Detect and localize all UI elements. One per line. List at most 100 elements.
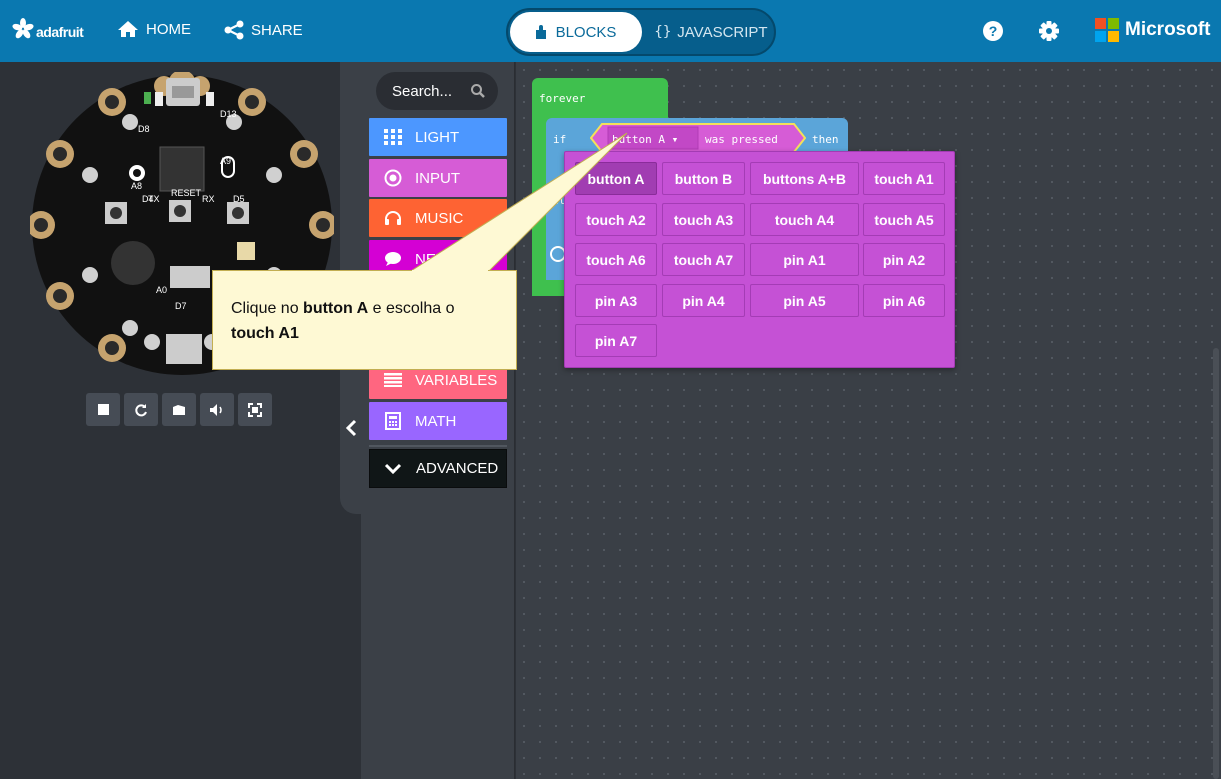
svg-text:RESET: RESET xyxy=(171,188,202,198)
tab-blocks-label: BLOCKS xyxy=(555,23,617,41)
debug-icon xyxy=(173,404,185,415)
share-button[interactable]: SHARE xyxy=(224,20,303,40)
dropdown-option[interactable]: pin A7 xyxy=(575,324,657,357)
callout-bold-1: button A xyxy=(303,300,369,317)
search-icon[interactable] xyxy=(470,83,486,99)
help-icon: ? xyxy=(983,21,1003,41)
category-music-label: MUSIC xyxy=(415,209,464,227)
category-music[interactable]: MUSIC xyxy=(369,199,507,237)
target-icon xyxy=(383,168,403,188)
search-input[interactable]: Search... xyxy=(376,72,498,110)
simulator-controls xyxy=(86,393,272,426)
help-button[interactable]: ? xyxy=(982,20,1004,47)
dropdown-option[interactable]: touch A5 xyxy=(863,203,945,236)
callout-text-2: e escolha o xyxy=(368,300,455,317)
category-light-label: LIGHT xyxy=(415,128,460,146)
dropdown-option[interactable]: touch A6 xyxy=(575,243,657,276)
was-pressed-label: was pressed xyxy=(705,133,778,146)
calculator-icon xyxy=(383,411,403,431)
svg-text:RX: RX xyxy=(202,194,215,204)
puzzle-icon xyxy=(535,25,546,39)
search-placeholder: Search... xyxy=(392,82,453,100)
dropdown-option[interactable]: pin A5 xyxy=(750,284,859,317)
workspace-scrollbar[interactable] xyxy=(1213,348,1219,779)
share-label: SHARE xyxy=(251,21,303,39)
adafruit-logo[interactable]: adafruit xyxy=(12,18,84,40)
callout-bold-2: touch A1 xyxy=(231,325,299,342)
dropdown-option[interactable]: touch A3 xyxy=(662,203,745,236)
adafruit-flower-icon xyxy=(12,18,34,39)
button-dropdown-menu: button A button B buttons A+B touch A1 t… xyxy=(564,151,955,368)
debug-button[interactable] xyxy=(162,393,196,426)
share-icon xyxy=(224,20,244,40)
microsoft-squares-icon xyxy=(1095,18,1119,42)
collapse-simulator-icon[interactable] xyxy=(344,418,360,438)
category-network-label: NETWORK xyxy=(415,250,492,268)
microsoft-wordmark: Microsoft xyxy=(1125,19,1211,40)
category-input[interactable]: INPUT xyxy=(369,159,507,197)
dropdown-option[interactable]: touch A1 xyxy=(863,162,945,195)
svg-text:A8: A8 xyxy=(131,181,142,191)
category-light[interactable]: LIGHT xyxy=(369,118,507,156)
restart-icon xyxy=(135,403,147,416)
chat-icon xyxy=(383,249,403,269)
logo-wordmark: adafruit xyxy=(36,24,84,40)
dropdown-option[interactable]: pin A6 xyxy=(863,284,945,317)
mute-icon xyxy=(210,403,222,416)
fullscreen-icon xyxy=(248,402,262,417)
instruction-callout: Clique no button A e escolha o touch A1 xyxy=(212,270,517,370)
dropdown-option[interactable]: touch A4 xyxy=(750,203,859,236)
home-button[interactable]: HOME xyxy=(117,20,191,38)
dropdown-option[interactable]: button A xyxy=(575,162,657,195)
category-math[interactable]: MATH xyxy=(369,402,507,440)
button-field-label: button A xyxy=(612,133,665,146)
mute-button[interactable] xyxy=(200,393,234,426)
dropdown-option[interactable]: pin A2 xyxy=(863,243,945,276)
svg-text:?: ? xyxy=(989,23,998,39)
dropdown-option[interactable]: touch A7 xyxy=(662,243,745,276)
svg-text:D5: D5 xyxy=(233,194,245,204)
fullscreen-button[interactable] xyxy=(238,393,272,426)
top-bar: adafruit HOME SHARE BLOCKS {} JAVASCRIPT… xyxy=(0,0,1221,62)
callout-text-1: Clique no xyxy=(231,300,304,317)
svg-text:A0: A0 xyxy=(156,285,167,295)
editor-toggle: BLOCKS {} JAVASCRIPT xyxy=(506,8,776,56)
category-input-label: INPUT xyxy=(415,169,460,187)
settings-button[interactable] xyxy=(1038,20,1060,47)
then-label: then xyxy=(812,133,839,146)
tab-javascript[interactable]: {} JAVASCRIPT xyxy=(648,12,774,52)
headphones-icon xyxy=(383,208,403,228)
dropdown-arrow-icon: ▾ xyxy=(671,133,679,146)
toolbox-divider xyxy=(369,445,507,447)
gear-icon xyxy=(1039,21,1059,41)
dropdown-option[interactable]: buttons A+B xyxy=(750,162,859,195)
button-field-dropdown[interactable]: button A ▾ xyxy=(612,133,678,146)
tab-javascript-label: JAVASCRIPT xyxy=(677,23,768,41)
category-advanced[interactable]: ADVANCED xyxy=(369,449,507,488)
dropdown-option[interactable]: pin A4 xyxy=(662,284,745,317)
category-advanced-label: ADVANCED xyxy=(416,460,499,477)
grid-icon xyxy=(383,127,403,147)
stop-icon xyxy=(97,404,109,415)
category-variables-label: VARIABLES xyxy=(415,371,498,389)
home-icon xyxy=(118,21,138,37)
chevron-down-icon xyxy=(384,463,402,474)
restart-button[interactable] xyxy=(124,393,158,426)
category-math-label: MATH xyxy=(415,412,457,430)
if-label: if xyxy=(553,133,567,146)
callout-seam xyxy=(412,270,488,272)
dropdown-option[interactable]: pin A1 xyxy=(750,243,859,276)
svg-text:A9: A9 xyxy=(220,156,231,166)
dropdown-option[interactable]: button B xyxy=(662,162,745,195)
stop-button[interactable] xyxy=(86,393,120,426)
tab-blocks[interactable]: BLOCKS xyxy=(510,12,642,52)
lines-icon xyxy=(383,370,403,390)
svg-text:TX: TX xyxy=(148,194,160,204)
svg-text:D8: D8 xyxy=(138,124,150,134)
svg-text:D7: D7 xyxy=(175,301,187,311)
svg-text:D13: D13 xyxy=(220,109,237,119)
dropdown-option[interactable]: touch A2 xyxy=(575,203,657,236)
dropdown-option[interactable]: pin A3 xyxy=(575,284,657,317)
braces-icon: {} xyxy=(654,24,672,40)
microsoft-logo[interactable]: Microsoft xyxy=(1095,18,1211,42)
